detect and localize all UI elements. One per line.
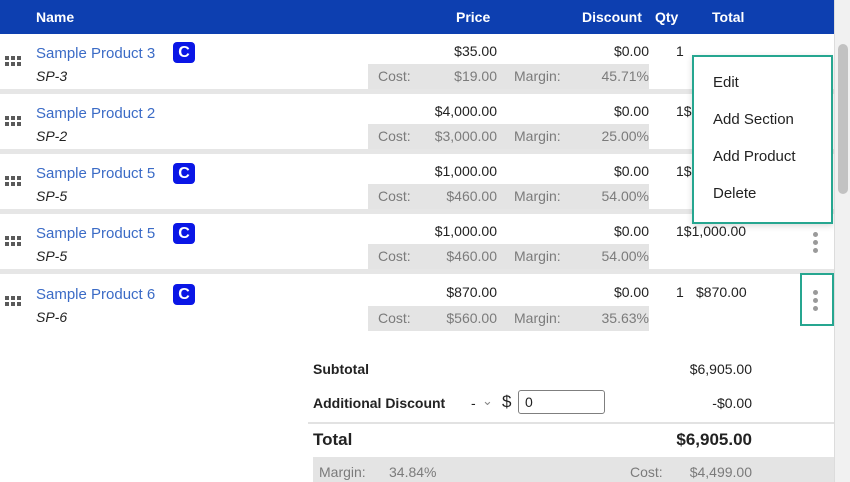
product-name-link[interactable]: Sample Product 5: [36, 165, 155, 182]
margin-value: 54.00%: [601, 188, 649, 204]
product-sku: SP-5: [36, 248, 68, 264]
menu-item-delete[interactable]: Delete: [713, 185, 756, 202]
summary-margin-value: 34.84%: [389, 464, 437, 480]
qty-value: 1: [676, 284, 684, 300]
cost-label: Cost:: [378, 188, 411, 204]
cost-value: $460.00: [446, 248, 497, 264]
price-value: $35.00: [454, 43, 497, 59]
column-header-total: Total: [712, 9, 745, 25]
product-sku: SP-5: [36, 188, 68, 204]
cost-label: Cost:: [378, 68, 411, 84]
summary-divider: [308, 422, 834, 424]
summary-margin-label: Margin:: [319, 464, 366, 480]
margin-label: Margin:: [514, 248, 561, 264]
menu-item-edit[interactable]: Edit: [713, 74, 739, 91]
cost-value: $460.00: [446, 188, 497, 204]
cost-margin-bar: Cost: $3,000.00 Margin: 25.00%: [368, 124, 649, 149]
cost-value: $3,000.00: [434, 128, 497, 144]
product-name-link[interactable]: Sample Product 5: [36, 225, 155, 242]
price-value: $1,000.00: [434, 163, 497, 179]
price-value: $1,000.00: [434, 223, 497, 239]
total-value: $870.00: [696, 284, 747, 300]
quote-summary: Subtotal $6,905.00 Additional Discount -…: [0, 336, 834, 482]
cost-value: $560.00: [446, 310, 497, 326]
margin-label: Margin:: [514, 68, 561, 84]
column-header-price: Price: [456, 9, 491, 25]
discount-value: $0.00: [613, 103, 649, 119]
column-header-discount: Discount: [582, 9, 642, 25]
product-name-link[interactable]: Sample Product 6: [36, 286, 155, 303]
discount-amount-input[interactable]: [518, 390, 605, 414]
product-name-link[interactable]: Sample Product 2: [36, 105, 155, 122]
scrollbar-thumb[interactable]: [838, 44, 848, 194]
qty-value: 1$: [676, 103, 692, 119]
cost-margin-bar: Cost: $460.00 Margin: 54.00%: [368, 184, 649, 209]
product-sku: SP-2: [36, 128, 68, 144]
row-context-menu: Edit Add Section Add Product Delete: [692, 55, 833, 224]
margin-value: 45.71%: [601, 68, 649, 84]
discount-value: $0.00: [613, 163, 649, 179]
custom-product-badge: C: [173, 284, 195, 305]
margin-label: Margin:: [514, 128, 561, 144]
margin-value: 35.63%: [601, 310, 649, 326]
row-actions-highlight: [800, 273, 834, 326]
additional-discount-label: Additional Discount: [313, 395, 446, 411]
drag-handle-icon[interactable]: [5, 56, 23, 68]
cost-label: Cost:: [378, 310, 411, 326]
margin-label: Margin:: [514, 188, 561, 204]
row-actions-icon[interactable]: [813, 232, 819, 256]
discount-value: -$0.00: [712, 395, 752, 411]
drag-handle-icon[interactable]: [5, 176, 23, 188]
summary-cost-label: Cost:: [630, 464, 663, 480]
column-header-qty: Qty: [655, 9, 679, 25]
menu-item-add-section[interactable]: Add Section: [713, 111, 794, 128]
column-header-name: Name: [36, 9, 75, 25]
summary-cost-margin-bar: Margin: 34.84% Cost: $4,499.00: [313, 457, 834, 482]
cost-label: Cost:: [378, 128, 411, 144]
product-sku: SP-3: [36, 68, 68, 84]
chevron-down-icon[interactable]: ⌄: [482, 393, 493, 409]
qty-value: 1$: [676, 163, 692, 179]
total-value: $6,905.00: [676, 430, 752, 449]
vertical-scrollbar[interactable]: [834, 0, 850, 482]
custom-product-badge: C: [173, 223, 195, 244]
margin-label: Margin:: [514, 310, 561, 326]
product-name-link[interactable]: Sample Product 3: [36, 45, 155, 62]
menu-item-add-product[interactable]: Add Product: [713, 148, 796, 165]
custom-product-badge: C: [173, 42, 195, 63]
discount-value: $0.00: [613, 43, 649, 59]
subtotal-label: Subtotal: [313, 361, 369, 377]
currency-symbol: $: [502, 392, 512, 411]
table-row: Sample Product 6 C SP-6 $870.00 $0.00 1 …: [0, 274, 834, 336]
qty-total-value: 1$1,000.00: [676, 223, 747, 239]
cost-margin-bar: Cost: $560.00 Margin: 35.63%: [368, 306, 649, 331]
discount-value: $0.00: [613, 223, 649, 239]
drag-handle-icon[interactable]: [5, 116, 23, 128]
discount-type-select[interactable]: -: [471, 395, 476, 411]
margin-value: 25.00%: [601, 128, 649, 144]
summary-cost-value: $4,499.00: [689, 464, 752, 480]
table-header: Name Price Discount Qty Total: [0, 0, 834, 34]
margin-value: 54.00%: [601, 248, 649, 264]
qty-value: 1: [676, 43, 684, 59]
price-value: $870.00: [446, 284, 497, 300]
drag-handle-icon[interactable]: [5, 296, 23, 308]
cost-label: Cost:: [378, 248, 411, 264]
subtotal-value: $6,905.00: [689, 361, 752, 377]
drag-handle-icon[interactable]: [5, 236, 23, 248]
cost-value: $19.00: [454, 68, 497, 84]
price-value: $4,000.00: [434, 103, 497, 119]
discount-value: $0.00: [613, 284, 649, 300]
product-sku: SP-6: [36, 309, 68, 325]
custom-product-badge: C: [173, 163, 195, 184]
cost-margin-bar: Cost: $460.00 Margin: 54.00%: [368, 244, 649, 269]
cost-margin-bar: Cost: $19.00 Margin: 45.71%: [368, 64, 649, 89]
total-label: Total: [313, 430, 353, 449]
